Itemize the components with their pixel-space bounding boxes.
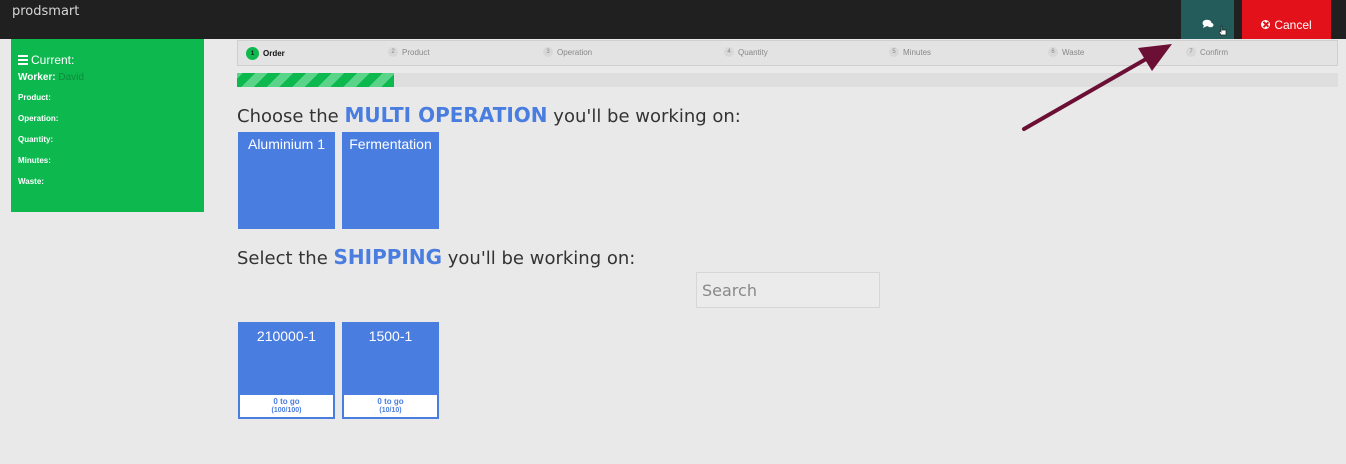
step-operation[interactable]: 3 Operation (543, 47, 592, 57)
heading-prefix: Select the (237, 248, 328, 269)
step-waste[interactable]: 6 Waste (1048, 47, 1084, 57)
mouse-pointer-icon (1218, 25, 1227, 36)
shipping-code: 1500-1 (368, 328, 413, 344)
chat-icon (1202, 19, 1213, 28)
step-label: Operation (557, 47, 593, 57)
shipping-remaining: 0 to go (10/10) (344, 395, 437, 417)
step-quantity[interactable]: 4 Quantity (724, 47, 768, 57)
shipping-option-210000-1[interactable]: 210000-1 0 to go (100/100) (238, 322, 335, 419)
operation-field: Operation: (18, 114, 59, 123)
step-label: Order (263, 49, 285, 58)
step-number: 4 (724, 47, 734, 57)
operation-option-label: Aluminium 1 (247, 136, 326, 152)
heading-suffix: you'll be working on: (553, 106, 741, 127)
count-text: (10/10) (379, 407, 402, 414)
shipping-heading: Select the SHIPPING you'll be working on… (237, 245, 635, 269)
progress-bar (237, 73, 1338, 87)
heading-emphasis: MULTI OPERATION (344, 103, 548, 127)
step-number: 3 (543, 47, 553, 57)
step-number: 5 (889, 47, 899, 57)
step-label: Confirm (1200, 47, 1229, 57)
step-number: 2 (388, 47, 398, 57)
step-number: 6 (1048, 47, 1058, 57)
current-title: Current: (18, 53, 197, 67)
step-product[interactable]: 2 Product (388, 47, 430, 57)
current-panel: Current: Worker: David Product: Operatio… (11, 39, 204, 212)
search-input[interactable] (696, 272, 880, 308)
operation-option-aluminium[interactable]: Aluminium 1 (238, 132, 335, 229)
worker-label: Worker: (18, 72, 56, 83)
step-label: Minutes (903, 47, 932, 57)
shipping-code: 210000-1 (256, 328, 317, 344)
brand-logo[interactable]: prodsmart (12, 4, 79, 19)
worker-row: Worker: David (18, 72, 197, 83)
step-label: Product (402, 47, 430, 57)
heading-suffix: you'll be working on: (447, 248, 636, 269)
wizard-steps: 1 Order 2 Product 3 Operation 4 Quantity… (237, 40, 1338, 66)
step-number: 1 (246, 47, 259, 60)
shipping-remaining: 0 to go (100/100) (240, 395, 333, 417)
shipping-option-1500-1[interactable]: 1500-1 0 to go (10/10) (342, 322, 439, 419)
step-order[interactable]: 1 Order (246, 47, 285, 60)
close-circle-icon (1261, 20, 1271, 29)
step-label: Waste (1062, 47, 1085, 57)
operation-heading: Choose the MULTI OPERATION you'll be wor… (237, 103, 741, 127)
operation-option-fermentation[interactable]: Fermentation (342, 132, 439, 229)
step-number: 7 (1186, 47, 1196, 57)
minutes-field: Minutes: (18, 156, 51, 165)
current-title-text: Current: (31, 53, 75, 67)
operation-option-label: Fermentation (349, 136, 432, 152)
cancel-label: Cancel (1274, 17, 1312, 32)
product-field: Product: (18, 93, 51, 102)
step-minutes[interactable]: 5 Minutes (889, 47, 931, 57)
to-go-text: 0 to go (273, 397, 300, 406)
quantity-field: Quantity: (18, 135, 54, 144)
progress-fill (237, 73, 395, 87)
step-confirm[interactable]: 7 Confirm (1186, 47, 1228, 57)
worker-name: David (58, 72, 84, 83)
count-text: (100/100) (271, 407, 302, 414)
top-bar: prodsmart Cancel (0, 0, 1346, 39)
heading-prefix: Choose the (237, 106, 339, 127)
waste-field: Waste: (18, 177, 44, 186)
cancel-button[interactable]: Cancel (1242, 0, 1331, 39)
step-label: Quantity (738, 47, 768, 57)
heading-emphasis: SHIPPING (333, 245, 443, 269)
menu-icon (18, 53, 28, 67)
to-go-text: 0 to go (377, 397, 404, 406)
